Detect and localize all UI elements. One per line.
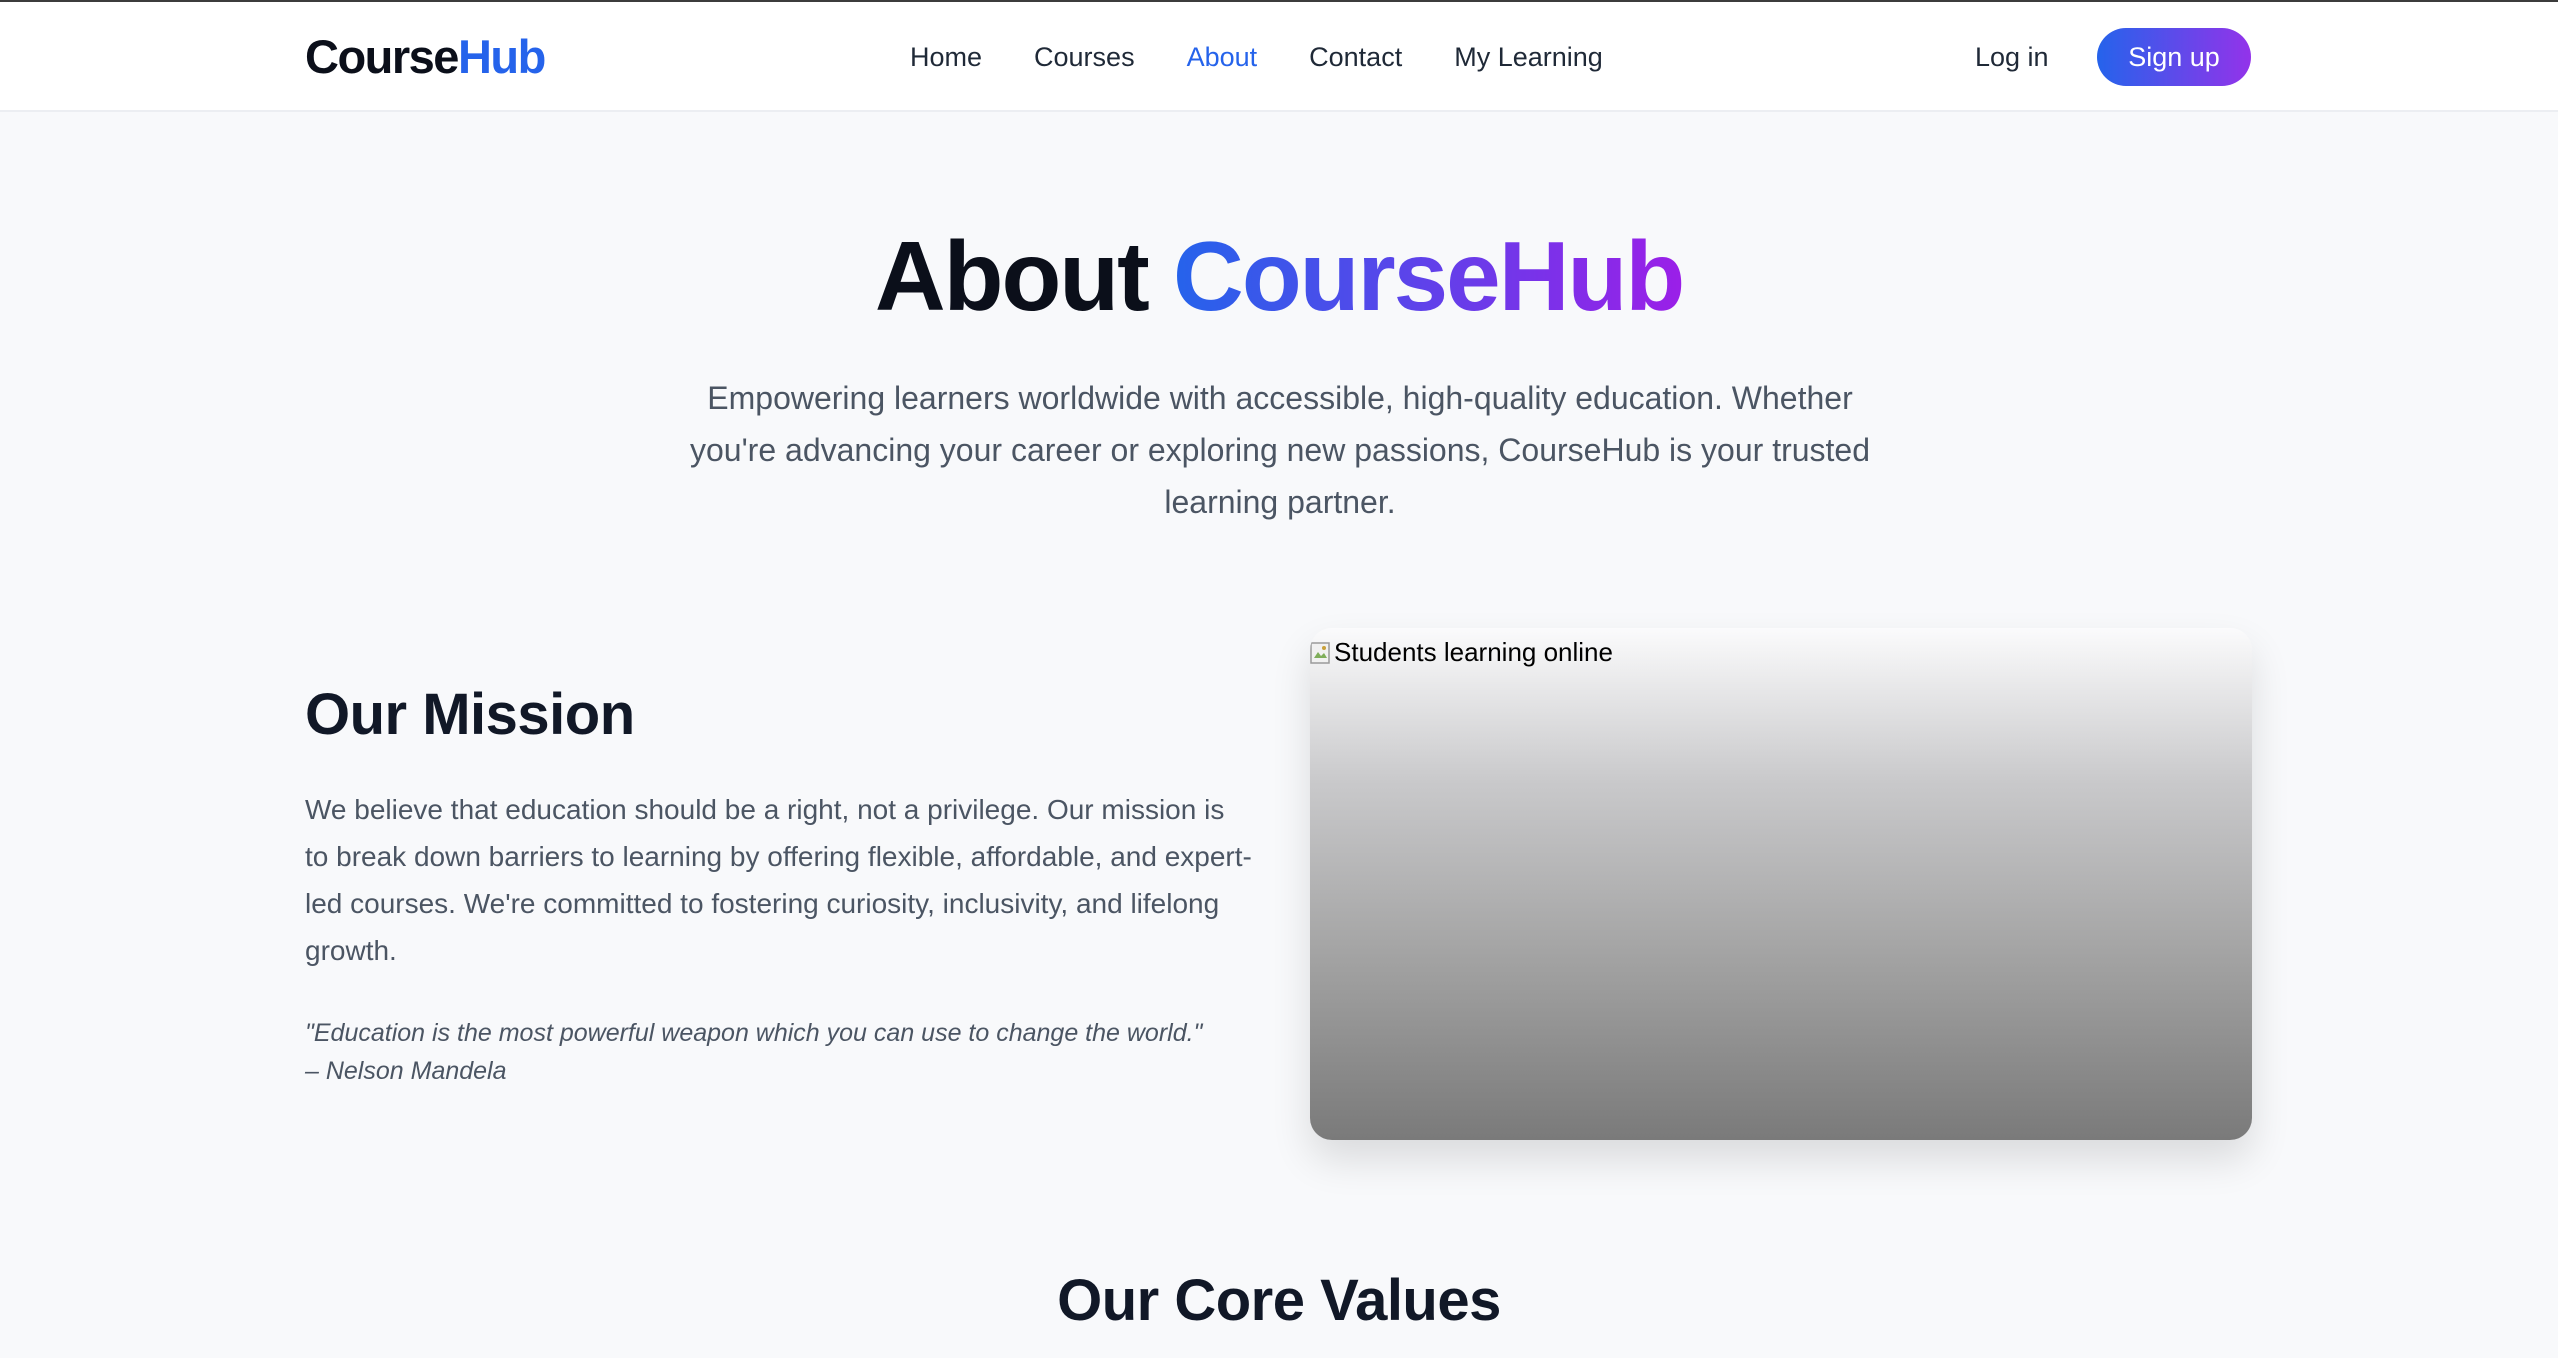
site-logo[interactable]: CourseHub — [305, 28, 546, 86]
image-alt-label: Students learning online — [1334, 637, 1613, 667]
signup-button[interactable]: Sign up — [2097, 28, 2251, 86]
page-title-coursehub: CourseHub — [1173, 221, 1685, 331]
login-link[interactable]: Log in — [1975, 38, 2049, 76]
nav-link-home[interactable]: Home — [910, 42, 982, 73]
mission-image: Students learning online — [1310, 628, 2252, 1140]
core-values-title: Our Core Values — [1057, 1268, 1501, 1333]
hero-subtitle: Empowering learners worldwide with acces… — [689, 380, 1871, 520]
broken-image-icon — [1310, 639, 1332, 665]
mission-quote: "Education is the most powerful weapon w… — [305, 1014, 1265, 1090]
mission-title: Our Mission — [305, 682, 635, 747]
image-alt-text: Students learning online — [1310, 634, 1613, 670]
mission-body: We believe that education should be a ri… — [305, 794, 1252, 966]
nav-link-about[interactable]: About — [1187, 42, 1258, 73]
nav-link-contact[interactable]: Contact — [1309, 42, 1402, 73]
site-header: CourseHub Home Courses About Contact My … — [0, 2, 2558, 112]
logo-text-course: Course — [305, 30, 459, 83]
page-title-about: About — [874, 221, 1150, 331]
main-nav: Home Courses About Contact My Learning — [910, 2, 1603, 112]
quote-text: "Education is the most powerful weapon w… — [305, 1019, 1203, 1047]
quote-author: – Nelson Mandela — [305, 1057, 507, 1085]
page-title: About CourseHub — [0, 218, 2558, 334]
nav-link-my-learning[interactable]: My Learning — [1454, 42, 1603, 73]
nav-link-courses[interactable]: Courses — [1034, 42, 1135, 73]
logo-text-hub: Hub — [457, 30, 546, 83]
